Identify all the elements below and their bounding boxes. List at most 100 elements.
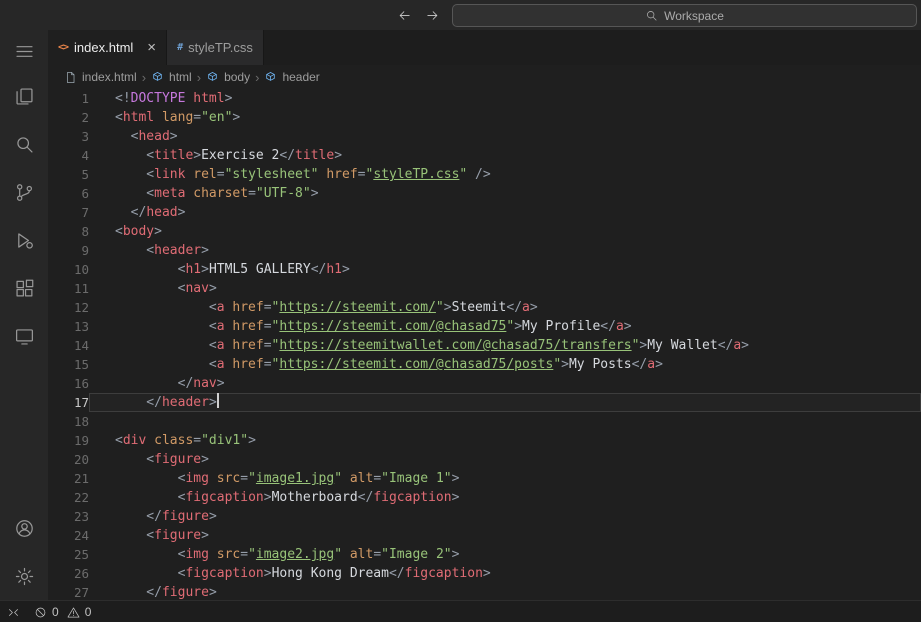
account-icon	[14, 518, 35, 539]
activitybar-account[interactable]	[0, 504, 48, 552]
activitybar-bottom	[0, 504, 48, 600]
code-line-24[interactable]: 24 <figure>	[48, 526, 921, 545]
activitybar-explorer[interactable]	[0, 72, 48, 120]
code-token: >	[201, 528, 209, 543]
code-line-12[interactable]: 12 <a href="https://steemit.com/">Steemi…	[48, 298, 921, 317]
close-icon[interactable]: ×	[147, 40, 156, 55]
activitybar-remote-explorer[interactable]	[0, 312, 48, 360]
code-token: >	[208, 585, 217, 600]
activitybar-search[interactable]	[0, 120, 48, 168]
search-icon	[14, 134, 35, 155]
code-line-16[interactable]: 16 </nav>	[48, 374, 921, 393]
code-line-6[interactable]: 6 <meta charset="UTF-8">	[48, 184, 921, 203]
code-token: >	[655, 357, 663, 372]
code-token: <	[115, 300, 217, 315]
code-token: "	[334, 471, 343, 486]
code-token: </	[310, 262, 327, 277]
code-token: >	[201, 243, 209, 258]
code-line-13[interactable]: 13 <a href="https://steemit.com/@chasad7…	[48, 317, 921, 336]
back-button[interactable]	[392, 3, 416, 27]
code-line-14[interactable]: 14 <a href="https://steemitwallet.com/@c…	[48, 336, 921, 355]
code-line-7[interactable]: 7 </head>	[48, 203, 921, 222]
code-line-21[interactable]: 21 <img src="image1.jpg" alt="Image 1">	[48, 469, 921, 488]
line-number: 5	[81, 167, 89, 182]
line-number: 24	[73, 528, 89, 543]
line-content: <figure>	[89, 450, 921, 469]
code-line-1[interactable]: 1 <!DOCTYPE html>	[48, 89, 921, 108]
code-line-3[interactable]: 3 <head>	[48, 127, 921, 146]
line-content: </header>	[89, 393, 921, 412]
code-token: title	[295, 148, 335, 163]
code-line-18[interactable]: 18	[48, 412, 921, 431]
code-line-2[interactable]: 2 <html lang="en">	[48, 108, 921, 127]
code-line-8[interactable]: 8 <body>	[48, 222, 921, 241]
breadcrumb-item-html[interactable]: html	[151, 70, 192, 84]
activitybar-source-control[interactable]	[0, 168, 48, 216]
chevron-right-icon: ›	[196, 69, 202, 85]
code-token: a	[522, 300, 530, 315]
code-token: >	[451, 471, 460, 486]
code-line-20[interactable]: 20 <figure>	[48, 450, 921, 469]
code-line-10[interactable]: 10 <h1>HTML5 GALLERY</h1>	[48, 260, 921, 279]
command-center-search[interactable]: Workspace	[452, 4, 917, 27]
code-line-5[interactable]: 5 <link rel="stylesheet" href="styleTP.c…	[48, 165, 921, 184]
activitybar-extensions[interactable]	[0, 264, 48, 312]
code-token: "	[248, 547, 256, 562]
code-token: figcaption	[404, 566, 483, 581]
code-line-4[interactable]: 4 <title>Exercise 2</title>	[48, 146, 921, 165]
code-token: "stylesheet"	[224, 167, 319, 182]
code-token: />	[467, 167, 491, 182]
code-token: src	[208, 471, 241, 486]
breadcrumb-item-header[interactable]: header	[264, 70, 320, 84]
code-token: <	[115, 148, 155, 163]
cube-icon	[151, 71, 164, 84]
code-token: "div1"	[201, 433, 249, 448]
line-content: <img src="image1.jpg" alt="Image 1">	[89, 469, 921, 488]
line-content: </head>	[89, 203, 921, 222]
code-line-11[interactable]: 11 <nav>	[48, 279, 921, 298]
line-content: <html lang="en">	[89, 108, 921, 127]
code-line-23[interactable]: 23 </figure>	[48, 507, 921, 526]
tab-styleTP.css[interactable]: # styleTP.css	[167, 30, 264, 65]
activitybar-run-debug[interactable]	[0, 216, 48, 264]
line-number: 17	[73, 395, 89, 410]
line-content: <img src="image2.jpg" alt="Image 2">	[89, 545, 921, 564]
remote-window-button[interactable]	[0, 601, 27, 622]
code-token: "	[506, 319, 515, 334]
line-number: 12	[73, 300, 89, 315]
line-number: 9	[81, 243, 89, 258]
code-token: <	[115, 281, 186, 296]
problems-button[interactable]: 0 0	[27, 601, 101, 622]
code-line-25[interactable]: 25 <img src="image2.jpg" alt="Image 2">	[48, 545, 921, 564]
activitybar-settings[interactable]	[0, 552, 48, 600]
code-token: >	[154, 224, 162, 239]
error-count: 0	[52, 605, 59, 619]
code-line-26[interactable]: 26 <figcaption>Hong Kong Dream</figcapti…	[48, 564, 921, 583]
code-token: DOCTYPE	[130, 91, 186, 106]
code-token: https://steemit.com/	[279, 300, 436, 315]
code-token: My Profile	[522, 319, 601, 334]
line-number: 3	[81, 129, 89, 144]
activitybar-menu[interactable]	[0, 30, 48, 72]
line-content	[89, 412, 921, 431]
breadcrumb-item-index.html[interactable]: index.html	[64, 70, 137, 84]
code-line-15[interactable]: 15 <a href="https://steemit.com/@chasad7…	[48, 355, 921, 374]
code-line-19[interactable]: 19 <div class="div1">	[48, 431, 921, 450]
tab-index.html[interactable]: <> index.html ×	[48, 30, 168, 65]
code-line-27[interactable]: 27 </figure>	[48, 583, 921, 600]
code-line-9[interactable]: 9 <header>	[48, 241, 921, 260]
breadcrumb-item-body[interactable]: body	[206, 70, 250, 84]
errors-icon	[34, 606, 47, 619]
code-token: html	[122, 110, 155, 125]
code-line-22[interactable]: 22 <figcaption>Motherboard</figcaption>	[48, 488, 921, 507]
code-token: "	[553, 357, 562, 372]
code-editor[interactable]: 1 <!DOCTYPE html> 2 <html lang="en"> 3 <head…	[48, 89, 921, 600]
code-line-17[interactable]: 17 </header>	[48, 393, 921, 412]
forward-button[interactable]	[420, 3, 444, 27]
line-content: <a href="https://steemitwallet.com/@chas…	[89, 336, 921, 355]
code-token: h1	[185, 262, 202, 277]
code-token: figcaption	[373, 490, 452, 505]
code-token: =	[193, 433, 202, 448]
code-token: </	[115, 376, 194, 391]
code-token: "	[435, 300, 444, 315]
